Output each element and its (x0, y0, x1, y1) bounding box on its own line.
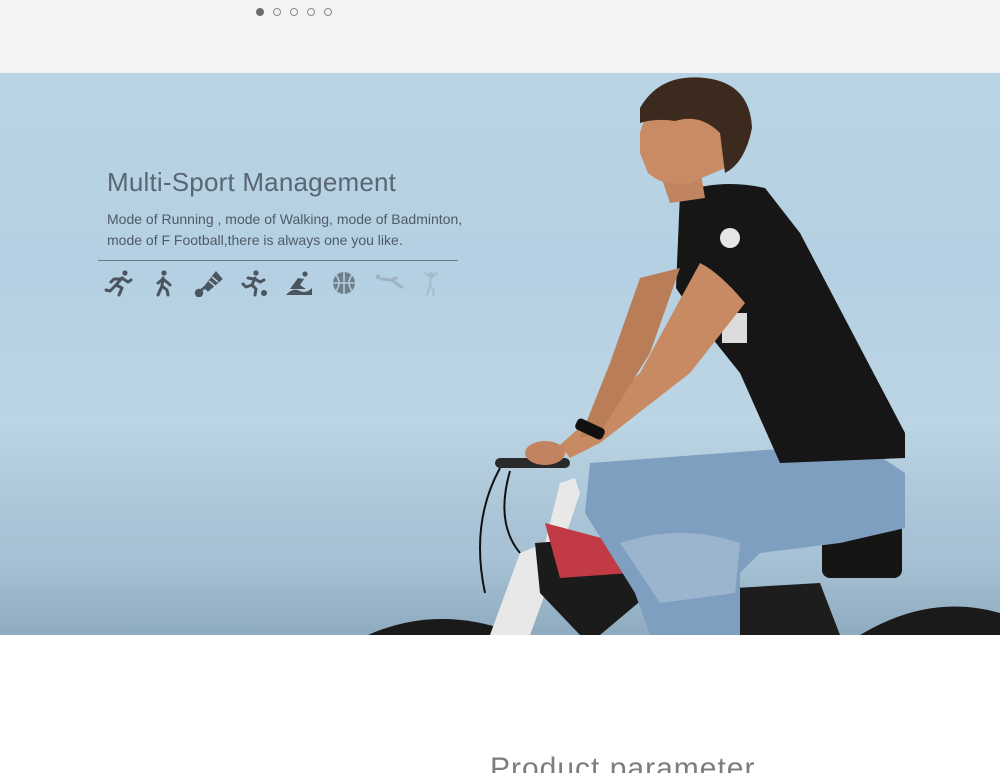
running-icon (104, 269, 149, 297)
basketball-icon (329, 269, 374, 297)
hero-banner: Multi-Sport Management Mode of Running ,… (0, 73, 1000, 635)
hero-description: Mode of Running , mode of Walking, mode … (107, 209, 467, 251)
football-icon (239, 269, 284, 297)
hero-title: Multi-Sport Management (107, 167, 397, 197)
hero-copy: Multi-Sport Management Mode of Running ,… (107, 167, 477, 251)
carousel-pagination (256, 8, 332, 16)
cyclist-photo (0, 77, 1000, 635)
badminton-icon (194, 269, 239, 298)
yoga-icon (419, 269, 464, 297)
carousel-dot-1[interactable] (256, 8, 264, 16)
divider (98, 260, 458, 261)
section-heading: Product parameter (490, 752, 756, 773)
carousel-dot-2[interactable] (273, 8, 281, 16)
sport-icons-row (104, 269, 464, 298)
hero-description-line1: Mode of Running , mode of Walking, mode … (107, 211, 463, 227)
situp-icon (374, 269, 419, 297)
carousel-dot-5[interactable] (324, 8, 332, 16)
carousel-dot-3[interactable] (290, 8, 298, 16)
swimming-icon (284, 269, 329, 297)
walking-icon (149, 269, 194, 297)
hero-description-line2: mode of F Football,there is always one y… (107, 232, 403, 248)
carousel-strip (0, 0, 1000, 73)
carousel-dot-4[interactable] (307, 8, 315, 16)
